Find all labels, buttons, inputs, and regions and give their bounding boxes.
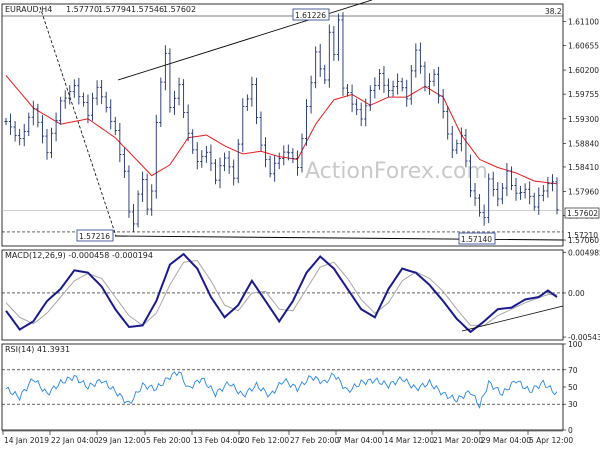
symbol-label: EURAUD,H4	[5, 5, 52, 14]
price-tick-label: 1.58840	[568, 140, 599, 149]
chart-canvas: ActionForex.com 1.61100 1.60655 1.60200 1.5…	[1, 0, 600, 445]
rsi-tick-label: 70	[568, 366, 578, 375]
rsi-tick-label: 30	[568, 400, 578, 409]
x-tick-label: 5 Apr 12:00	[529, 436, 573, 445]
ohlc-high: 1.57794	[98, 5, 131, 14]
price-tick-label: 1.58410	[568, 163, 599, 172]
rsi-tick-label: 100	[568, 340, 583, 349]
price-tick-label: 1.60200	[568, 66, 599, 75]
x-tick-label: 21 Mar 20:00	[433, 436, 483, 445]
rsi-y-ticks: 100 70 50 30 0	[563, 340, 583, 435]
lower-trendline	[114, 235, 564, 241]
price-tick-label: 1.59755	[568, 90, 599, 99]
macd-title: MACD(12,26,9) -0.000458 -0.000194	[5, 251, 153, 260]
x-axis-ticks: 14 Jan 2019 22 Jan 04:00 29 Jan 12:00 5 Feb…	[2, 431, 573, 445]
price-grid	[2, 15, 563, 233]
price-tick-label: 1.61100	[568, 17, 599, 26]
rsi-tick-label: 0	[568, 426, 573, 435]
x-tick-label: 29 Mar 04:00	[481, 436, 531, 445]
x-tick-label: 29 Jan 12:00	[98, 436, 146, 445]
rsi-tick-label: 50	[568, 383, 578, 392]
price-tick-label: 1.57960	[568, 187, 599, 196]
price-tick-label: 1.59300	[568, 115, 599, 124]
ohlc-low: 1.57546	[131, 5, 164, 14]
x-tick-label: 7 Mar 04:00	[337, 436, 383, 445]
fib-diagonal-line	[39, 6, 117, 237]
low-left-annotation: 1.57216	[79, 232, 110, 241]
rsi-title: RSI(14) 41.3931	[5, 345, 70, 354]
price-panel-frame	[1, 3, 564, 247]
panel-frames	[1, 3, 564, 432]
macd-y-ticks: 0.0049850.00-0.005439	[563, 249, 600, 342]
watermark: ActionForex.com	[305, 159, 488, 184]
price-tick-label: 1.60655	[568, 41, 599, 50]
x-tick-label: 27 Feb 20:00	[290, 436, 339, 445]
x-tick-label: 20 Feb 12:00	[240, 436, 289, 445]
price-trendlines	[39, 0, 564, 241]
axis-low-label: 1.57210	[567, 231, 598, 240]
high-annotation: 1.61226	[295, 11, 326, 20]
fib-level-label: 38.2	[545, 7, 562, 16]
low-right-annotation: 1.57140	[461, 235, 492, 244]
macd-trendline	[461, 305, 564, 332]
x-tick-label: 22 Jan 04:00	[51, 436, 99, 445]
x-tick-label: 14 Jan 2019	[4, 436, 49, 445]
ohlc-open: 1.57770	[66, 5, 99, 14]
macd-tick-label: 0.004985	[568, 249, 600, 258]
x-tick-label: 5 Feb 20:00	[146, 436, 191, 445]
x-tick-label: 13 Feb 04:00	[193, 436, 242, 445]
current-price-label: 1.57602	[567, 209, 598, 218]
x-tick-label: 14 Mar 12:00	[384, 436, 434, 445]
price-candles	[4, 12, 559, 232]
rsi-line	[5, 371, 558, 409]
macd-tick-label: 0.00	[568, 289, 585, 298]
ohlc-close: 1.57602	[163, 5, 196, 14]
